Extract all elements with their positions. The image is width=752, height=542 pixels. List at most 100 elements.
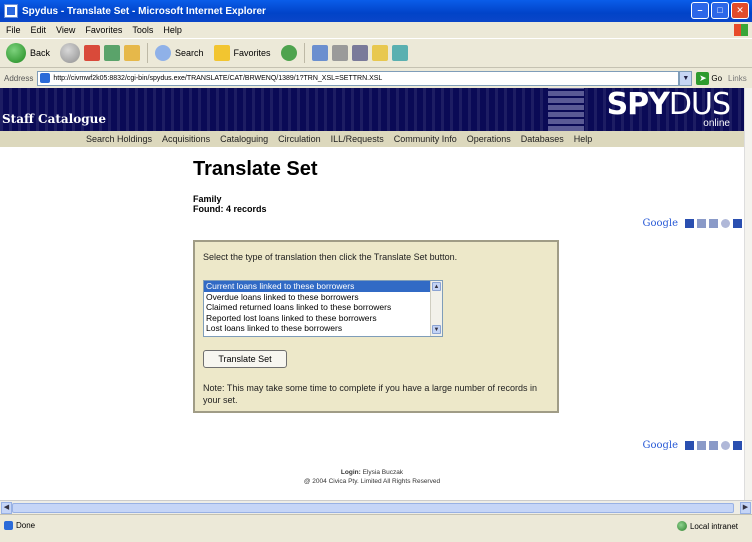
- next-icon[interactable]: [709, 441, 718, 450]
- folder-icon[interactable]: [371, 45, 388, 61]
- zone-text: Local intranet: [689, 521, 738, 531]
- window-title-bar: Spydus - Translate Set - Microsoft Inter…: [0, 0, 752, 22]
- spydus-logo: SPYDUS online: [606, 88, 731, 130]
- scroll-thumb[interactable]: [12, 503, 734, 513]
- magnifier-icon[interactable]: [721, 441, 730, 450]
- nav-search-holdings[interactable]: Search Holdings: [86, 134, 152, 144]
- google-link[interactable]: Google: [642, 440, 678, 451]
- windows-flag-icon: [734, 24, 748, 36]
- set-name: Family: [193, 194, 222, 204]
- nav-help[interactable]: Help: [574, 134, 593, 144]
- favorites-button-label[interactable]: Favorites: [234, 48, 271, 58]
- translation-option[interactable]: Claimed returned loans linked to these b…: [204, 302, 442, 313]
- forward-arrow-icon[interactable]: [60, 43, 81, 63]
- browser-toolbar: Back Search Favorites: [0, 38, 752, 68]
- magnifier-icon[interactable]: [721, 219, 730, 228]
- home-page-icon[interactable]: [733, 441, 742, 450]
- go-button[interactable]: ➤ Go: [696, 71, 722, 85]
- go-arrow-icon[interactable]: ➤: [696, 71, 710, 85]
- mail-icon[interactable]: [311, 45, 328, 61]
- address-dropdown-icon[interactable]: ▼: [679, 70, 693, 86]
- go-label[interactable]: Go: [711, 74, 722, 83]
- page-horizontal-scrollbar[interactable]: ◀ ▶: [0, 500, 752, 514]
- list-scrollbar[interactable]: ▲ ▼: [430, 281, 442, 336]
- close-button[interactable]: ✕: [731, 2, 749, 19]
- previous-icon[interactable]: [697, 441, 706, 450]
- header-banner: Staff Catalogue SPYDUS online: [0, 88, 744, 131]
- web-page: Staff Catalogue SPYDUS online Search Hol…: [0, 88, 744, 500]
- nav-databases[interactable]: Databases: [521, 134, 564, 144]
- back-arrow-icon[interactable]: [6, 43, 26, 63]
- status-bar: Done Local intranet: [0, 514, 752, 542]
- translate-set-button[interactable]: Translate Set: [203, 350, 287, 368]
- home-page-icon[interactable]: [733, 219, 742, 228]
- scroll-down-icon[interactable]: ▼: [432, 325, 441, 334]
- scroll-left-icon[interactable]: ◀: [1, 502, 12, 514]
- bookmark-icon[interactable]: [685, 441, 694, 450]
- page-vertical-scrollbar[interactable]: [744, 88, 752, 500]
- banner-block-pattern: [548, 88, 584, 131]
- logo-text-dus: DUS: [668, 88, 731, 122]
- google-link[interactable]: Google: [642, 218, 678, 229]
- nav-cataloguing[interactable]: Cataloguing: [220, 134, 268, 144]
- status-text: Done: [16, 521, 36, 530]
- address-input[interactable]: http://civmwf2k05:8832/cgi-bin/spydus.ex…: [37, 70, 680, 86]
- messenger-icon[interactable]: [391, 45, 408, 61]
- back-button-label[interactable]: Back: [30, 48, 50, 58]
- bookmark-icon[interactable]: [685, 219, 694, 228]
- nav-operations[interactable]: Operations: [467, 134, 511, 144]
- next-icon[interactable]: [709, 219, 718, 228]
- translation-option[interactable]: Current loans linked to these borrowers: [204, 281, 442, 292]
- search-icon[interactable]: [155, 45, 172, 61]
- menu-view[interactable]: View: [56, 25, 75, 35]
- address-url[interactable]: http://civmwf2k05:8832/cgi-bin/spydus.ex…: [53, 75, 382, 82]
- window-title: Spydus - Translate Set - Microsoft Inter…: [22, 5, 266, 17]
- tools-row-top: Google: [642, 218, 742, 229]
- menu-help[interactable]: Help: [163, 25, 182, 35]
- translate-panel: Select the type of translation then clic…: [193, 240, 559, 413]
- previous-icon[interactable]: [697, 219, 706, 228]
- nav-community-info[interactable]: Community Info: [394, 134, 457, 144]
- translation-option[interactable]: Lost loans linked to these borrowers: [204, 323, 442, 334]
- window-controls: – □ ✕: [691, 2, 749, 19]
- history-icon[interactable]: [280, 45, 297, 61]
- login-line: Login: Elysia Buczak: [0, 468, 744, 477]
- menu-edit[interactable]: Edit: [31, 25, 47, 35]
- logo-text-spy: SPY: [606, 88, 670, 122]
- home-icon[interactable]: [124, 45, 141, 61]
- menu-tools[interactable]: Tools: [132, 25, 153, 35]
- address-bar: Address http://civmwf2k05:8832/cgi-bin/s…: [0, 69, 752, 87]
- search-button-label[interactable]: Search: [175, 48, 204, 58]
- translation-type-list[interactable]: Current loans linked to these borrowers …: [203, 280, 443, 337]
- ie-app-icon: [4, 4, 18, 18]
- maximize-button[interactable]: □: [711, 2, 729, 19]
- minimize-button[interactable]: –: [691, 2, 709, 19]
- print-icon[interactable]: [331, 45, 348, 61]
- login-label: Login:: [340, 469, 361, 476]
- status-left: Done: [4, 521, 35, 530]
- edit-icon[interactable]: [351, 45, 368, 61]
- page-title: Translate Set: [193, 158, 318, 180]
- set-summary: Family Found: 4 records: [193, 194, 267, 214]
- refresh-icon[interactable]: [104, 45, 121, 61]
- page-icon: [40, 73, 51, 83]
- translation-option[interactable]: Overdue loans linked to these borrowers: [204, 292, 442, 303]
- main-nav: Search Holdings Acquisitions Cataloguing…: [0, 131, 744, 147]
- menu-favorites[interactable]: Favorites: [85, 25, 122, 35]
- translation-option[interactable]: Reported lost loans linked to these borr…: [204, 313, 442, 324]
- favorites-star-icon[interactable]: [213, 45, 230, 61]
- menu-bar: File Edit View Favorites Tools Help: [0, 22, 752, 38]
- address-label: Address: [4, 73, 34, 83]
- scroll-right-icon[interactable]: ▶: [740, 502, 751, 514]
- toolbar-separator: [303, 43, 305, 63]
- nav-acquisitions[interactable]: Acquisitions: [162, 134, 210, 144]
- nav-ill-requests[interactable]: ILL/Requests: [331, 134, 384, 144]
- intranet-globe-icon: [676, 521, 687, 531]
- tools-row-bottom: Google: [642, 440, 742, 451]
- scroll-up-icon[interactable]: ▲: [432, 282, 441, 291]
- links-button[interactable]: Links: [728, 74, 747, 83]
- nav-circulation[interactable]: Circulation: [278, 134, 321, 144]
- performance-note: Note: This may take some time to complet…: [203, 383, 537, 405]
- menu-file[interactable]: File: [6, 25, 21, 35]
- stop-icon[interactable]: [84, 45, 101, 61]
